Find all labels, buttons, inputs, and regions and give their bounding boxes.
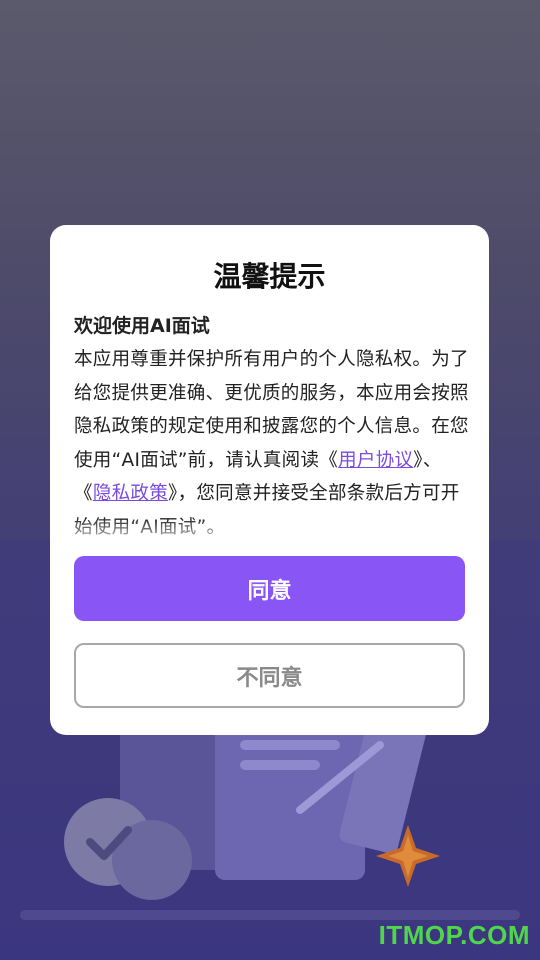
watermark: ITMOP.COM — [378, 920, 530, 950]
privacy-policy-link[interactable]: 隐私政策 — [93, 483, 168, 504]
dialog-body-scroll[interactable]: 本应用尊重并保护所有用户的个人隐私权。为了给您提供更准确、更优质的服务，本应用会… — [74, 343, 469, 548]
dialog-body-text: 本应用尊重并保护所有用户的个人隐私权。为了给您提供更准确、更优质的服务，本应用会… — [74, 343, 469, 544]
disagree-button[interactable]: 不同意 — [74, 643, 465, 708]
scroll-fade — [74, 518, 469, 548]
dialog-subtitle: 欢迎使用AI面试 — [74, 315, 210, 337]
user-agreement-link[interactable]: 用户协议 — [338, 450, 413, 471]
privacy-dialog: 温馨提示 欢迎使用AI面试 本应用尊重并保护所有用户的个人隐私权。为了给您提供更… — [50, 225, 489, 735]
agree-button[interactable]: 同意 — [74, 556, 465, 621]
dialog-title: 温馨提示 — [213, 260, 326, 293]
